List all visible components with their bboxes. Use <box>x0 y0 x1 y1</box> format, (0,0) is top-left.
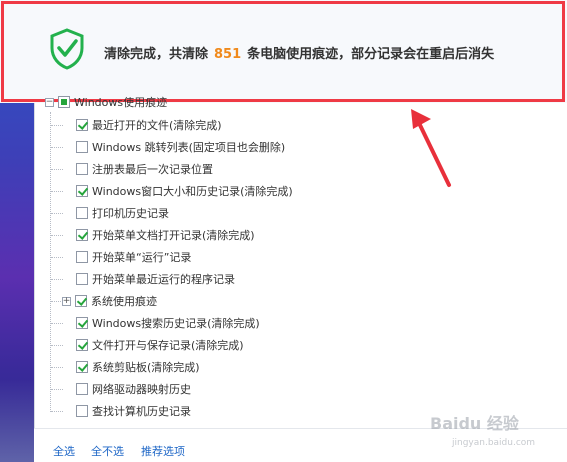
tree-connector <box>51 389 63 390</box>
item-checkbox[interactable] <box>76 317 88 329</box>
expand-icon[interactable]: + <box>62 296 71 306</box>
tree-item-row[interactable]: 查找计算机历史记录 <box>76 402 191 420</box>
tree-item-row[interactable]: 打印机历史记录 <box>76 204 169 222</box>
item-label: 系统使用痕迹 <box>91 295 157 308</box>
select-none-link[interactable]: 全不选 <box>91 443 124 459</box>
item-label: 注册表最后一次记录位置 <box>92 163 213 176</box>
item-label: 最近打开的文件(清除完成) <box>92 119 222 132</box>
recommended-link[interactable]: 推荐选项 <box>141 443 185 459</box>
tree-item-row[interactable]: 注册表最后一次记录位置 <box>76 160 213 178</box>
item-label: Windows 跳转列表(固定项目也会删除) <box>92 141 286 154</box>
tree-root-row[interactable]: − Windows使用痕迹 <box>45 93 167 111</box>
tree-item-row[interactable]: 文件打开与保存记录(清除完成) <box>76 336 244 354</box>
item-checkbox[interactable] <box>76 207 88 219</box>
item-checkbox[interactable] <box>76 405 88 417</box>
tree-connector <box>51 367 63 368</box>
watermark-logo: Baidu 经验 <box>430 414 519 433</box>
item-checkbox[interactable] <box>76 229 88 241</box>
item-label: Windows搜索历史记录(清除完成) <box>92 317 260 330</box>
tree-item-row[interactable]: Windows窗口大小和历史记录(清除完成) <box>76 182 293 200</box>
item-label: 文件打开与保存记录(清除完成) <box>92 339 244 352</box>
tree-item-row[interactable]: + 系统使用痕迹 <box>62 292 157 310</box>
watermark-url: jingyan.baidu.com <box>452 438 536 448</box>
tree-connector <box>51 411 63 412</box>
tree-connector <box>51 235 63 236</box>
tree-connector <box>51 323 63 324</box>
tree-item-row[interactable]: 网络驱动器映射历史 <box>76 380 191 398</box>
item-checkbox[interactable] <box>76 185 88 197</box>
item-checkbox[interactable] <box>76 163 88 175</box>
item-checkbox[interactable] <box>75 295 87 307</box>
item-label: 开始菜单“运行”记录 <box>92 251 192 264</box>
tree-item-row[interactable]: Windows搜索历史记录(清除完成) <box>76 314 260 332</box>
item-checkbox[interactable] <box>76 339 88 351</box>
tree-connector <box>51 125 63 126</box>
item-label: 查找计算机历史记录 <box>92 405 191 418</box>
tree-connector <box>51 191 63 192</box>
tree-connector <box>51 257 63 258</box>
item-label: 网络驱动器映射历史 <box>92 383 191 396</box>
highlight-frame <box>1 1 565 102</box>
tree-item-row[interactable]: 最近打开的文件(清除完成) <box>76 116 222 134</box>
item-label: 系统剪贴板(清除完成) <box>92 361 200 374</box>
red-arrow-annotation <box>411 109 451 187</box>
item-checkbox[interactable] <box>76 251 88 263</box>
item-checkbox[interactable] <box>76 273 88 285</box>
item-checkbox[interactable] <box>76 119 88 131</box>
item-label: 打印机历史记录 <box>92 207 169 220</box>
item-checkbox[interactable] <box>76 141 88 153</box>
tree-connector <box>51 345 63 346</box>
tree-item-row[interactable]: 系统剪贴板(清除完成) <box>76 358 200 376</box>
tree-connector <box>51 213 63 214</box>
result-header: 清除完成，共清除 851 条电脑使用痕迹，部分记录会在重启后消失 <box>0 0 567 103</box>
watermark: Baidu 经验 jingyan.baidu.com <box>430 410 560 456</box>
item-checkbox[interactable] <box>76 361 88 373</box>
item-checkbox[interactable] <box>76 383 88 395</box>
tree-item-row[interactable]: 开始菜单“运行”记录 <box>76 248 191 266</box>
root-label: Windows使用痕迹 <box>74 96 168 109</box>
tree-connector <box>51 169 63 170</box>
tree-item-row[interactable]: Windows 跳转列表(固定项目也会删除) <box>76 138 285 156</box>
root-checkbox[interactable] <box>58 96 70 108</box>
item-label: 开始菜单文档打开记录(清除完成) <box>92 229 255 242</box>
tree-item-row[interactable]: 开始菜单最近运行的程序记录 <box>76 270 235 288</box>
select-all-link[interactable]: 全选 <box>53 443 75 459</box>
tree-connector <box>51 279 63 280</box>
tree-connector <box>51 147 63 148</box>
collapse-icon[interactable]: − <box>45 97 54 107</box>
item-label: 开始菜单最近运行的程序记录 <box>92 273 235 286</box>
tree-item-row[interactable]: 开始菜单文档打开记录(清除完成) <box>76 226 255 244</box>
item-label: Windows窗口大小和历史记录(清除完成) <box>92 185 293 198</box>
